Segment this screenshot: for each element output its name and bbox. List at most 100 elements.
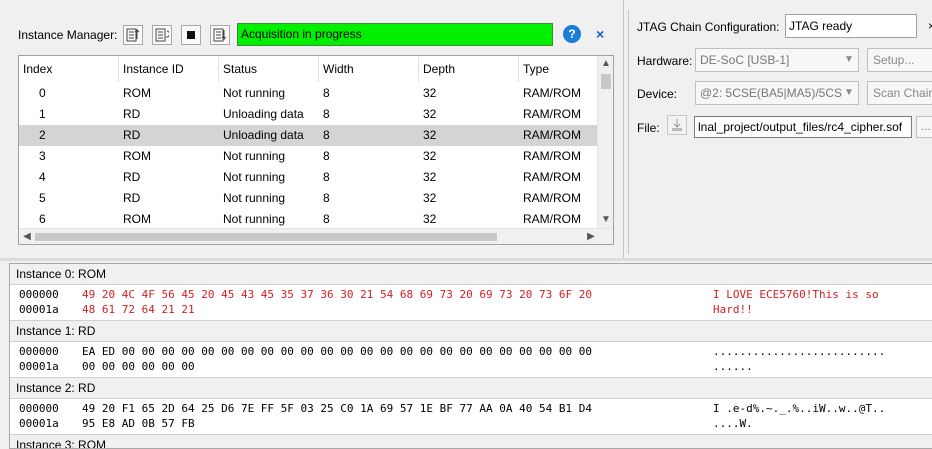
table-vertical-scroll-thumb[interactable] (601, 74, 611, 89)
program-device-button[interactable] (667, 115, 687, 135)
instance-manager-label: Instance Manager: (18, 28, 118, 42)
cell-width: 8 (323, 212, 330, 226)
instance-table-header: Index Instance ID Status Width Depth Typ… (19, 56, 599, 82)
download-icon (672, 119, 682, 131)
hardware-label: Hardware: (637, 54, 693, 68)
hardware-select-value: DE-SoC [USB-1] (700, 53, 790, 67)
hex-address[interactable]: 00001a (19, 416, 59, 431)
hex-ascii[interactable]: .......................... (713, 344, 885, 359)
cell-index: 5 (39, 191, 46, 205)
panel-splitter[interactable] (0, 258, 932, 261)
continuous-run-button[interactable] (152, 25, 173, 45)
cell-depth: 32 (423, 107, 437, 121)
instance-table-body: 0 ROM Not running 8 32 RAM/ROM 1 RD Unloading da… (19, 83, 599, 230)
cell-depth: 32 (423, 191, 437, 205)
hex-block: 000000 EA ED 00 00 00 00 00 00 00 00 00 0… (10, 342, 932, 378)
table-row[interactable]: 5 RD Not running 8 32 RAM/ROM (19, 188, 599, 209)
column-header-index[interactable]: Index (19, 56, 119, 82)
hex-ascii[interactable]: I LOVE ECE5760!This is so (713, 287, 879, 302)
cell-index: 4 (39, 170, 46, 184)
help-button[interactable]: ? (563, 25, 581, 43)
table-row[interactable]: 0 ROM Not running 8 32 RAM/ROM (19, 83, 599, 104)
scan-chain-button[interactable]: Scan Chain (867, 81, 932, 105)
stop-button[interactable] (181, 25, 202, 45)
hex-bytes[interactable]: 49 20 4C 4F 56 45 20 45 43 45 35 37 36 3… (82, 287, 592, 302)
scroll-right-icon[interactable]: ▶ (583, 229, 599, 244)
cell-type: RAM/ROM (523, 107, 581, 121)
hex-bytes[interactable]: 00 00 00 00 00 00 (82, 359, 195, 374)
column-header-instance-id[interactable]: Instance ID (119, 56, 219, 82)
table-row[interactable]: 2 RD Unloading data 8 32 RAM/ROM (19, 125, 599, 146)
write-button[interactable] (210, 25, 231, 45)
hex-line: 000000 49 20 F1 65 2D 64 25 D6 7E FF 5F 0… (10, 401, 932, 416)
device-label: Device: (637, 87, 678, 101)
hex-line: 00001a 48 61 72 64 21 21 Hard!! (10, 302, 932, 317)
hex-ascii[interactable]: Hard!! (713, 302, 753, 317)
cell-status: Unloading data (223, 107, 304, 121)
hex-address[interactable]: 000000 (19, 344, 59, 359)
table-vertical-scrollbar[interactable]: ▲ ▼ (597, 56, 613, 228)
cell-width: 8 (323, 191, 330, 205)
instance-header[interactable]: Instance 0: ROM (10, 264, 932, 285)
cell-instance-id: ROM (123, 212, 151, 226)
hex-line: 000000 49 20 4C 4F 56 45 20 45 43 45 35 3… (10, 287, 932, 302)
jtag-close-button[interactable]: × (928, 19, 932, 33)
cell-instance-id: RD (123, 170, 141, 184)
cell-depth: 32 (423, 212, 437, 226)
cell-type: RAM/ROM (523, 170, 581, 184)
hex-address[interactable]: 000000 (19, 401, 59, 416)
chevron-down-icon: ▼ (842, 49, 856, 71)
instance-header[interactable]: Instance 1: RD (10, 321, 932, 342)
cell-status: Not running (223, 86, 286, 100)
hex-ascii[interactable]: ...... (713, 359, 753, 374)
cell-width: 8 (323, 170, 330, 184)
cell-type: RAM/ROM (523, 128, 581, 142)
table-row[interactable]: 6 ROM Not running 8 32 RAM/ROM (19, 209, 599, 230)
browse-file-button[interactable]: ... (916, 116, 932, 138)
cell-type: RAM/ROM (523, 191, 581, 205)
cell-index: 0 (39, 86, 46, 100)
column-header-type[interactable]: Type (519, 56, 599, 82)
hex-block: 000000 49 20 F1 65 2D 64 25 D6 7E FF 5F 0… (10, 399, 932, 435)
cell-depth: 32 (423, 86, 437, 100)
scroll-down-icon[interactable]: ▼ (598, 212, 613, 228)
instance-header[interactable]: Instance 2: RD (10, 378, 932, 399)
hex-address[interactable]: 00001a (19, 302, 59, 317)
hex-block: 000000 49 20 4C 4F 56 45 20 45 43 45 35 3… (10, 285, 932, 321)
table-row[interactable]: 3 ROM Not running 8 32 RAM/ROM (19, 146, 599, 167)
table-row[interactable]: 4 RD Not running 8 32 RAM/ROM (19, 167, 599, 188)
hex-bytes[interactable]: EA ED 00 00 00 00 00 00 00 00 00 00 00 0… (82, 344, 592, 359)
instance-header[interactable]: Instance 3: ROM (10, 435, 932, 448)
instance-manager-close-button[interactable]: × (596, 26, 604, 42)
sof-file-field[interactable]: lnal_project/output_files/rc4_cipher.sof (694, 116, 912, 138)
cell-index: 2 (39, 128, 46, 142)
column-header-depth[interactable]: Depth (419, 56, 519, 82)
hex-ascii[interactable]: I .e-d%.~._.%..iW..w..@T.. (713, 401, 885, 416)
hex-ascii[interactable]: ....W. (713, 416, 753, 431)
cell-width: 8 (323, 128, 330, 142)
cell-type: RAM/ROM (523, 212, 581, 226)
hex-bytes[interactable]: 49 20 F1 65 2D 64 25 D6 7E FF 5F 03 25 C… (82, 401, 592, 416)
cell-status: Not running (223, 191, 286, 205)
hex-address[interactable]: 000000 (19, 287, 59, 302)
table-row[interactable]: 1 RD Unloading data 8 32 RAM/ROM (19, 104, 599, 125)
cell-depth: 32 (423, 128, 437, 142)
column-header-width[interactable]: Width (319, 56, 419, 82)
cell-instance-id: ROM (123, 86, 151, 100)
hex-bytes[interactable]: 48 61 72 64 21 21 (82, 302, 195, 317)
run-once-button[interactable] (123, 25, 144, 45)
hardware-select[interactable]: DE-SoC [USB-1] ▼ (695, 48, 859, 72)
hex-address[interactable]: 00001a (19, 359, 59, 374)
scroll-left-icon[interactable]: ◀ (19, 229, 35, 244)
hex-bytes[interactable]: 95 E8 AD 0B 57 FB (82, 416, 195, 431)
cell-instance-id: RD (123, 128, 141, 142)
column-header-status[interactable]: Status (219, 56, 319, 82)
device-select[interactable]: @2: 5CSE(BA5|MA5)/5CS ▼ (695, 81, 859, 105)
table-horizontal-scroll-thumb[interactable] (35, 233, 497, 241)
stop-icon (187, 31, 196, 39)
table-horizontal-scrollbar[interactable]: ◀ ▶ (19, 228, 613, 244)
acquisition-status: Acquisition in progress (237, 23, 553, 46)
setup-button[interactable]: Setup... (867, 48, 932, 72)
cell-instance-id: RD (123, 191, 141, 205)
scroll-up-icon[interactable]: ▲ (598, 56, 613, 72)
